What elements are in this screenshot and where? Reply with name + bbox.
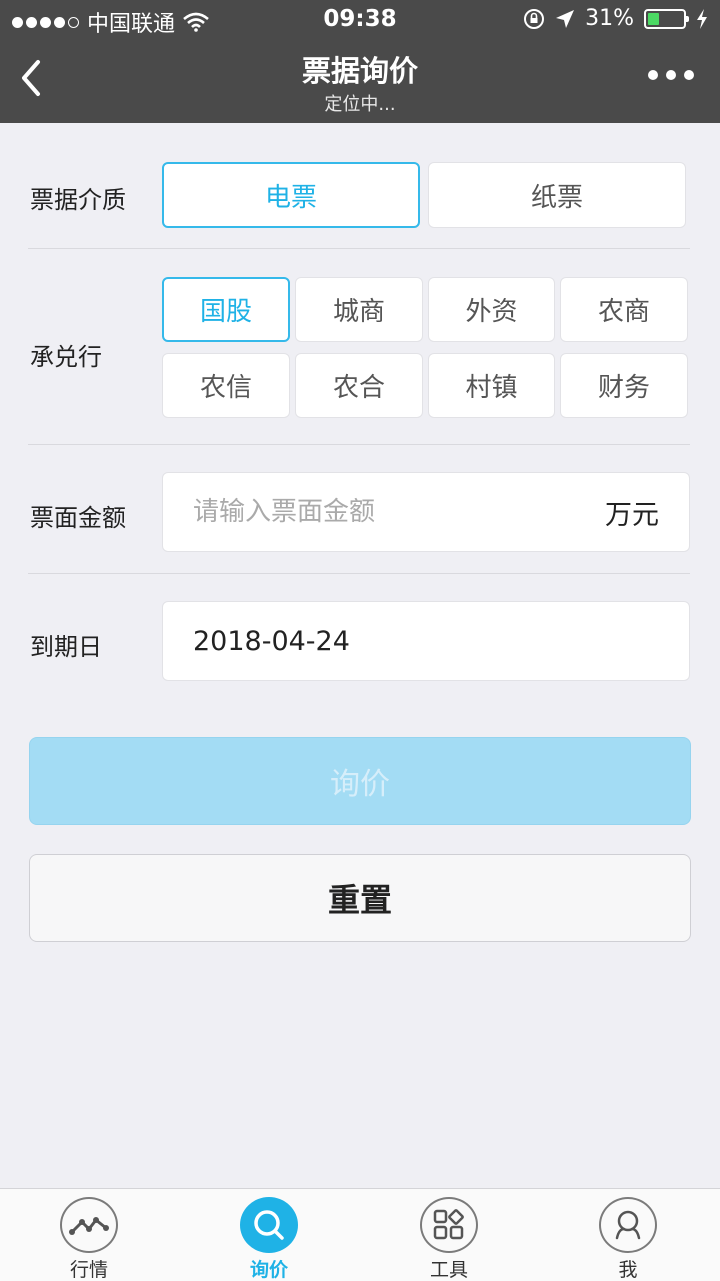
query-button[interactable]: 询价: [29, 737, 691, 825]
acceptor-option-guogu[interactable]: 国股: [162, 277, 290, 342]
location-arrow-icon: [556, 9, 575, 28]
search-icon: [240, 1197, 298, 1253]
acceptor-option-caiwu[interactable]: 财务: [560, 353, 688, 418]
amount-field: 万元: [162, 472, 690, 552]
status-right: 31%: [523, 6, 708, 31]
battery-icon: [644, 8, 689, 29]
location-status: 定位中...: [324, 94, 396, 115]
rotation-lock-icon: [524, 8, 545, 29]
acceptor-option-cunzhen[interactable]: 村镇: [428, 353, 555, 418]
tab-market[interactable]: 行情: [39, 1197, 139, 1281]
status-bar: 中国联通 09:38 31%: [0, 0, 720, 40]
medium-option-paper-bill[interactable]: 纸票: [428, 162, 686, 228]
tab-bar: 行情 询价 工具 我: [0, 1188, 720, 1281]
reset-button[interactable]: 重置: [29, 854, 691, 942]
tab-inquiry[interactable]: 询价: [219, 1197, 319, 1281]
amount-input[interactable]: [193, 473, 573, 551]
tab-me[interactable]: 我: [578, 1197, 678, 1281]
tab-label: 询价: [249, 1259, 288, 1281]
tab-tools[interactable]: 工具: [399, 1197, 499, 1281]
tab-label: 我: [618, 1259, 638, 1281]
acceptor-option-nongshang[interactable]: 农商: [560, 277, 688, 342]
battery-percent: 31%: [585, 6, 634, 31]
medium-label: 票据介质: [30, 186, 126, 214]
acceptor-label: 承兑行: [30, 343, 102, 371]
amount-label: 票面金额: [30, 504, 126, 532]
more-dots-icon: [648, 70, 658, 80]
more-button[interactable]: [648, 70, 694, 80]
charging-bolt-icon: [697, 8, 707, 29]
user-icon: [599, 1197, 657, 1253]
acceptor-option-chengshang[interactable]: 城商: [295, 277, 423, 342]
app-screen: 中国联通 09:38 31% 票据询价 定位中... 票据介质 电票 纸票 承兑…: [0, 0, 720, 1281]
amount-unit: 万元: [605, 499, 659, 531]
page-title: 票据询价: [301, 54, 418, 88]
divider: [28, 573, 690, 574]
medium-option-e-bill[interactable]: 电票: [162, 162, 420, 228]
top-bar: 中国联通 09:38 31% 票据询价 定位中...: [0, 0, 720, 123]
trend-line-icon: [60, 1197, 118, 1253]
due-date-field[interactable]: 2018-04-24: [162, 601, 690, 681]
tab-label: 工具: [429, 1259, 468, 1281]
acceptor-option-waizi[interactable]: 外资: [428, 277, 555, 342]
tab-label: 行情: [69, 1259, 108, 1281]
due-date-value: 2018-04-24: [193, 625, 350, 657]
due-date-label: 到期日: [30, 633, 102, 661]
divider: [28, 444, 690, 445]
tools-grid-icon: [420, 1197, 478, 1253]
divider: [28, 248, 690, 249]
acceptor-option-nongxin[interactable]: 农信: [162, 353, 290, 418]
acceptor-option-nonghe[interactable]: 农合: [295, 353, 423, 418]
